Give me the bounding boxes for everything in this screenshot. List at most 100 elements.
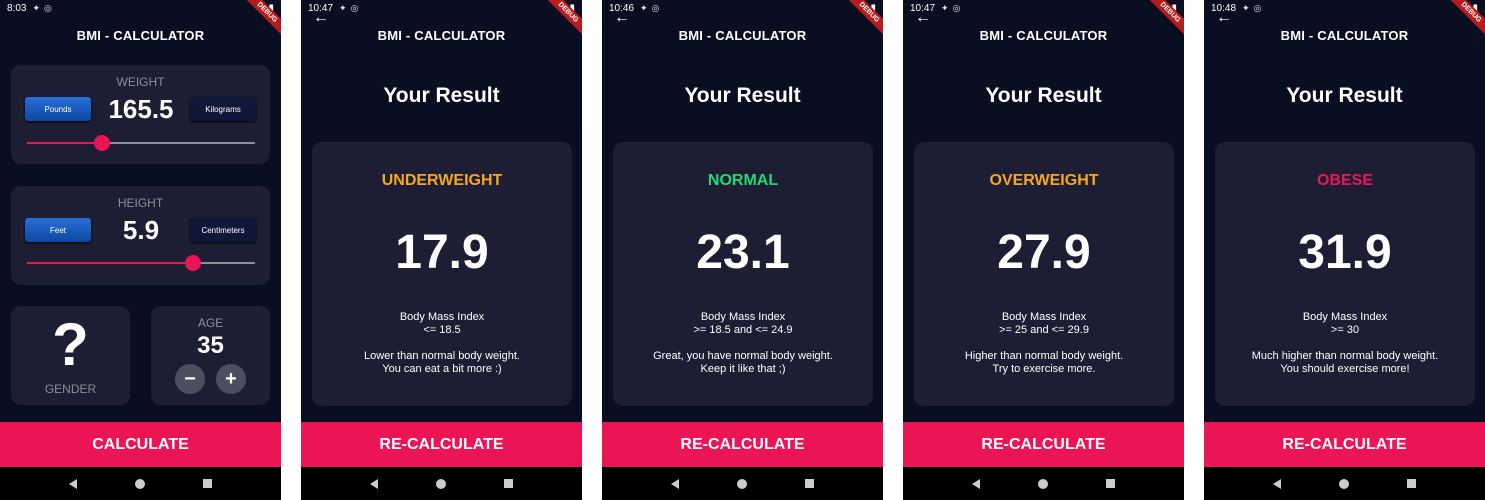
result-card: UNDERWEIGHT 17.9 Body Mass Index <= 18.5… [312, 142, 572, 406]
bmi-index-label: Body Mass Index [700, 311, 786, 323]
age-label: AGE [197, 316, 224, 330]
android-nav-bar [1204, 467, 1485, 500]
sync-icon: ◎ [44, 2, 52, 13]
app-title: BMI - CALCULATOR [979, 27, 1108, 43]
nav-back-icon[interactable] [1273, 478, 1281, 489]
bmi-message-line-1: Lower than normal body weight. [364, 350, 520, 362]
notification-icon: ✦ [1242, 2, 1250, 13]
back-arrow-icon[interactable]: ← [313, 9, 329, 27]
nav-recents-icon[interactable] [805, 479, 814, 488]
bmi-message-line-2: You should exercise more! [1280, 363, 1410, 375]
recalculate-button[interactable]: RE-CALCULATE [602, 422, 883, 467]
app-title: BMI - CALCULATOR [678, 27, 807, 43]
height-card: HEIGHT Feet 5.9 Centimeters [11, 186, 270, 285]
notification-icon: ✦ [339, 2, 347, 13]
android-nav-bar [0, 467, 281, 500]
pounds-button[interactable]: Pounds [25, 97, 91, 121]
height-label: HEIGHT [117, 196, 164, 210]
status-time: 8:03 [7, 2, 27, 14]
kilograms-button[interactable]: Kilograms [190, 97, 256, 121]
nav-back-icon[interactable] [972, 478, 980, 489]
android-nav-bar [903, 467, 1184, 500]
sync-icon: ◎ [952, 2, 961, 13]
feet-button[interactable]: Feet [25, 218, 91, 242]
recalculate-button[interactable]: RE-CALCULATE [301, 422, 582, 467]
result-heading: Your Result [383, 84, 500, 107]
nav-back-icon[interactable] [69, 478, 77, 489]
weight-label: WEIGHT [116, 75, 165, 89]
back-arrow-icon[interactable]: ← [915, 9, 931, 27]
nav-home-icon[interactable] [436, 478, 446, 489]
result-screen-underweight: 10:47 ✦ ◎ ▾▮ DEBUG BMI - CALCULATOR ← Yo… [301, 0, 582, 500]
bmi-category: OVERWEIGHT [989, 172, 1099, 189]
app-title: BMI - CALCULATOR [1280, 27, 1409, 43]
result-card: OVERWEIGHT 27.9 Body Mass Index >= 25 an… [914, 142, 1174, 406]
gender-label: GENDER [44, 382, 97, 396]
nav-recents-icon[interactable] [504, 479, 513, 488]
android-nav-bar [602, 467, 883, 500]
result-card: OBESE 31.9 Body Mass Index >= 30 Much hi… [1215, 142, 1475, 406]
back-arrow-icon[interactable]: ← [1216, 9, 1232, 27]
nav-recents-icon[interactable] [203, 479, 212, 488]
centimeters-button[interactable]: Centimeters [190, 218, 256, 242]
result-heading: Your Result [684, 84, 801, 107]
sync-icon: ◎ [651, 2, 660, 13]
age-decrement-button[interactable]: − [175, 364, 205, 394]
weight-slider-thumb[interactable] [94, 135, 111, 151]
weight-card: WEIGHT Pounds 165.5 Kilograms [11, 65, 270, 164]
calculate-button[interactable]: CALCULATE [0, 422, 281, 467]
result-screen-overweight: 10:47 ✦ ◎ ▾▮ DEBUG BMI - CALCULATOR ← Yo… [903, 0, 1184, 500]
nav-back-icon[interactable] [671, 478, 679, 489]
weight-slider-fill [27, 142, 103, 144]
bmi-range: >= 30 [1330, 324, 1360, 336]
result-card: NORMAL 23.1 Body Mass Index >= 18.5 and … [613, 142, 873, 406]
bmi-index-label: Body Mass Index [1302, 311, 1388, 323]
app-title: BMI - CALCULATOR [377, 27, 506, 43]
bmi-category: NORMAL [707, 172, 779, 189]
bmi-range: >= 25 and <= 29.9 [999, 324, 1089, 336]
bmi-message-line-1: Great, you have normal body weight. [653, 350, 833, 362]
height-slider[interactable] [27, 255, 255, 271]
nav-home-icon[interactable] [1038, 478, 1048, 489]
result-heading: Your Result [1286, 84, 1403, 107]
bmi-range: <= 18.5 [423, 324, 461, 336]
result-screen-obese: 10:48 ✦ ◎ ▾▮ DEBUG BMI - CALCULATOR ← Yo… [1204, 0, 1485, 500]
nav-recents-icon[interactable] [1106, 479, 1115, 488]
bmi-value: 17.9 [395, 226, 489, 279]
bmi-message-line-2: Try to exercise more. [992, 363, 1096, 375]
bmi-value: 27.9 [997, 226, 1091, 279]
app-title: BMI - CALCULATOR [76, 27, 205, 43]
result-heading: Your Result [985, 84, 1102, 107]
age-value: 35 [197, 332, 224, 359]
gender-card[interactable]: ? GENDER [11, 306, 130, 405]
notification-icon: ✦ [640, 2, 648, 13]
sync-icon: ◎ [350, 2, 359, 13]
bmi-input-screen: 8:03 ✦ ◎ ▾ ▮ DEBUG BMI - CALCULATOR WEIG… [0, 0, 281, 500]
recalculate-button[interactable]: RE-CALCULATE [1204, 422, 1485, 467]
bmi-message-line-2: Keep it like that ;) [700, 363, 786, 375]
nav-home-icon[interactable] [737, 478, 747, 489]
bmi-message-line-1: Higher than normal body weight. [964, 350, 1124, 362]
nav-recents-icon[interactable] [1407, 479, 1416, 488]
back-arrow-icon[interactable]: ← [614, 9, 630, 27]
bmi-index-label: Body Mass Index [1001, 311, 1087, 323]
sync-icon: ◎ [1253, 2, 1262, 13]
notification-icon: ✦ [941, 2, 949, 13]
height-slider-thumb[interactable] [185, 255, 202, 271]
nav-home-icon[interactable] [1339, 478, 1349, 489]
age-card: AGE 35 − + [151, 306, 270, 405]
result-screen-normal: 10:46 ✦ ◎ ▾▮ DEBUG BMI - CALCULATOR ← Yo… [602, 0, 883, 500]
age-increment-button[interactable]: + [216, 364, 246, 394]
status-bar: 10:47 ✦ ◎ ▾▮ [301, 0, 582, 16]
height-slider-fill [27, 262, 194, 264]
status-bar: 10:47 ✦ ◎ ▾▮ [903, 0, 1184, 16]
status-bar: 8:03 ✦ ◎ ▾ ▮ [0, 0, 281, 16]
nav-home-icon[interactable] [135, 478, 145, 489]
recalculate-button[interactable]: RE-CALCULATE [903, 422, 1184, 467]
status-bar: 10:46 ✦ ◎ ▾▮ [602, 0, 883, 16]
question-mark-icon: ? [52, 311, 89, 378]
weight-slider[interactable] [27, 135, 255, 151]
bmi-index-label: Body Mass Index [399, 311, 485, 323]
bmi-category: UNDERWEIGHT [381, 172, 503, 189]
nav-back-icon[interactable] [370, 478, 378, 489]
